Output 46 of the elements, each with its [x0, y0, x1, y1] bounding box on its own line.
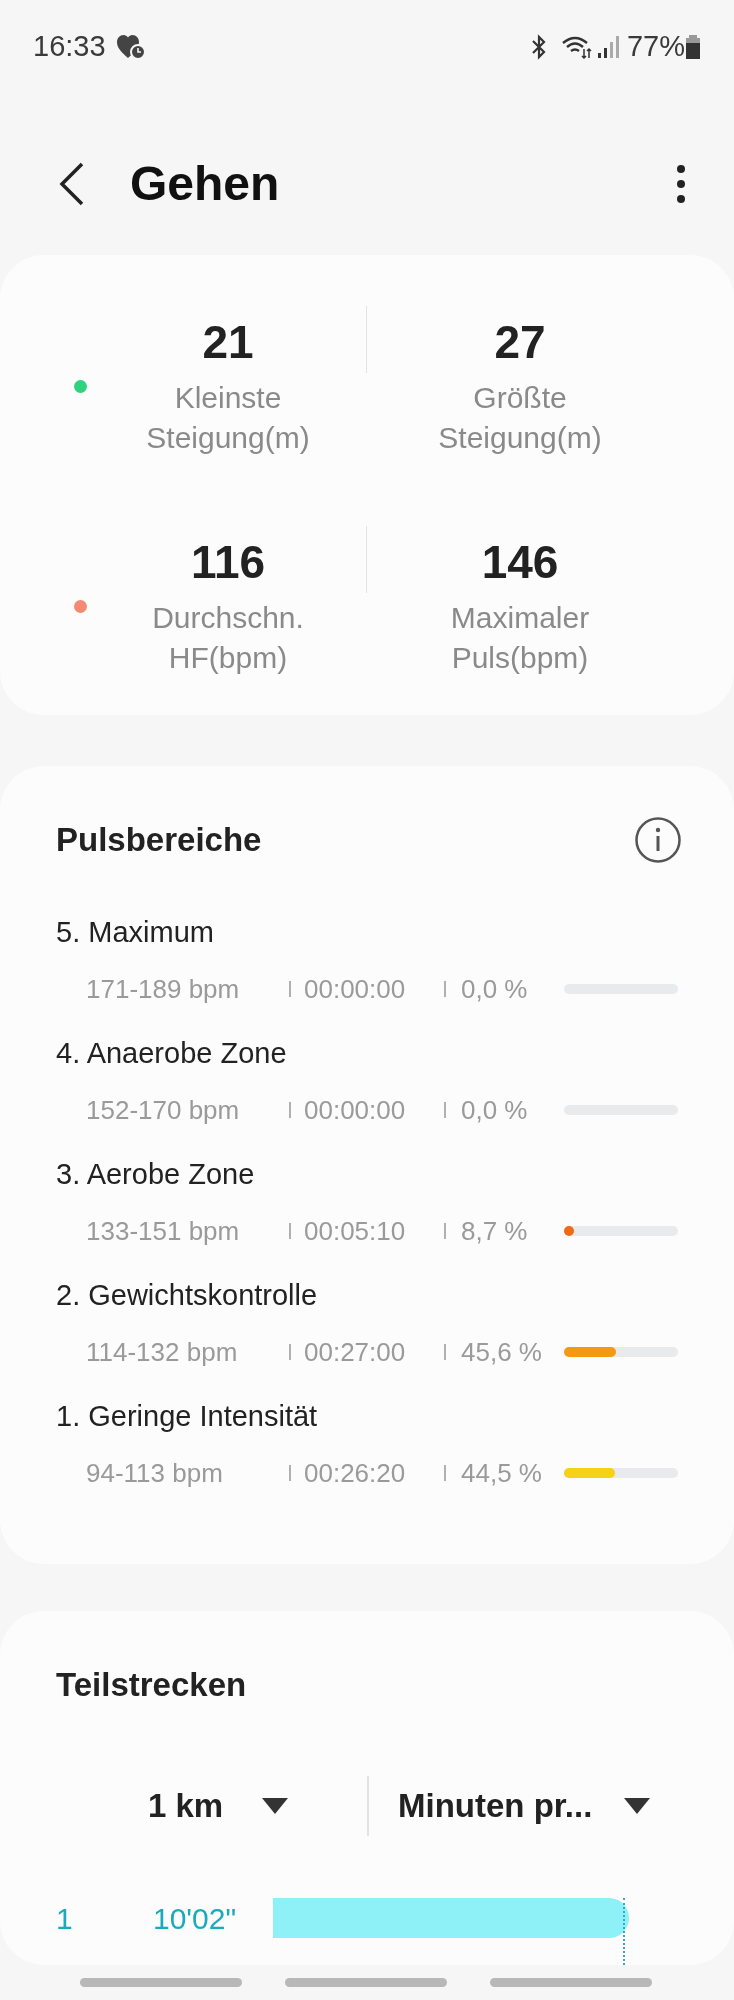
signal-icon: [596, 35, 619, 59]
section-title: Teilstrecken: [55, 1665, 248, 1705]
heart-clock-icon: [115, 34, 146, 60]
stat-value: 116: [190, 535, 266, 590]
zone-range: 133-151 bpm: [86, 1214, 241, 1248]
page-title: Gehen: [130, 155, 280, 212]
wifi-icon: [560, 34, 593, 60]
caret-icon: [262, 1798, 288, 1814]
zone-name: 5. Maximum: [56, 915, 215, 950]
zone-percentage: 8,7 %: [461, 1214, 529, 1248]
zone-range: 114-132 bpm: [86, 1335, 239, 1369]
zone-percentage: 44,5 %: [461, 1456, 543, 1490]
split-number: 1: [56, 1900, 74, 1937]
metric-dropdown[interactable]: Minuten pr...: [398, 1776, 650, 1836]
zone-percentage: 0,0 %: [461, 1093, 529, 1127]
stat-label: Kleinste Steigung(m): [145, 380, 311, 456]
caret-icon: [624, 1798, 650, 1814]
stat-label: Größte Steigung(m): [437, 380, 603, 456]
zone-time: 00:00:00: [304, 1093, 407, 1127]
info-icon[interactable]: [634, 816, 682, 864]
average-line: [623, 1898, 625, 1965]
stat-label: Maximaler Puls(bpm): [449, 600, 591, 676]
zone-range: 94-113 bpm: [86, 1456, 224, 1490]
zone-time: 00:00:00: [304, 972, 407, 1006]
distance-dropdown[interactable]: 1 km: [148, 1776, 288, 1836]
zone-name: 4. Anaerobe Zone: [56, 1036, 288, 1071]
zone-time: 00:05:10: [304, 1214, 407, 1248]
split-pace: 10'02": [153, 1900, 238, 1937]
status-time: 16:33: [33, 29, 106, 65]
zone-time: 00:27:00: [304, 1335, 407, 1369]
zone-percentage: 0,0 %: [461, 972, 529, 1006]
zone-percentage: 45,6 %: [461, 1335, 543, 1369]
stat-value: 21: [202, 315, 254, 370]
zone-name: 2. Gewichtskontrolle: [56, 1278, 319, 1313]
more-options-icon[interactable]: [676, 163, 686, 204]
zone-name: 3. Aerobe Zone: [56, 1157, 256, 1192]
stat-label: Durchschn. HF(bpm): [151, 600, 305, 676]
stat-value: 146: [481, 535, 559, 590]
zone-name: 1. Geringe Intensität: [56, 1399, 319, 1434]
stat-value: 27: [494, 315, 546, 370]
zone-range: 152-170 bpm: [86, 1093, 241, 1127]
battery-icon: [685, 34, 701, 60]
zone-time: 00:26:20: [304, 1456, 407, 1490]
section-title: Pulsbereiche: [56, 820, 262, 860]
zone-range: 171-189 bpm: [86, 972, 241, 1006]
battery-percentage: 77%: [626, 29, 685, 65]
